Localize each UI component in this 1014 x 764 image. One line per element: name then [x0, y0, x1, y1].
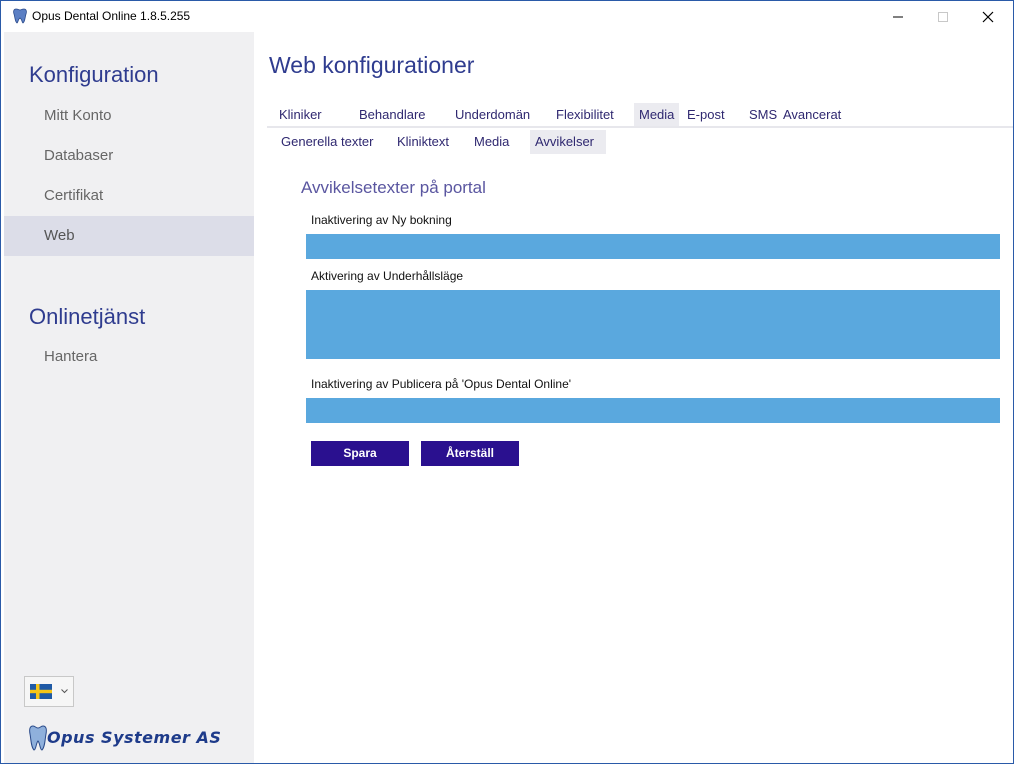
sidebar-item-label: Hantera	[44, 348, 98, 365]
main-tabs: Kliniker Behandlare Underdomän Flexibili…	[254, 103, 1013, 128]
tab-kliniker[interactable]: Kliniker	[274, 103, 327, 127]
sidebar-item-label: Mitt Konto	[44, 107, 112, 124]
field-label-ny-bokning: Inaktivering av Ny bokning	[311, 213, 452, 227]
underhallslage-text-area[interactable]	[306, 290, 1000, 359]
chevron-down-icon	[61, 689, 68, 694]
tab-sms[interactable]: SMS	[744, 103, 782, 127]
tab-flexibilitet[interactable]: Flexibilitet	[551, 103, 619, 127]
tab-avancerat[interactable]: Avancerat	[778, 103, 846, 127]
sidebar-item-label: Certifikat	[44, 187, 104, 204]
sidebar-item-web[interactable]: Web	[4, 216, 254, 256]
field-label-publicera: Inaktivering av Publicera på 'Opus Denta…	[311, 377, 572, 391]
tooth-logo-icon	[29, 725, 47, 751]
onlinetjanst-heading: Onlinetjänst	[29, 304, 146, 329]
window-title: Opus Dental Online 1.8.5.255	[32, 9, 191, 23]
publicera-text-field[interactable]	[306, 398, 1000, 423]
field-label-underhallslage: Aktivering av Underhållsläge	[311, 269, 464, 283]
page-title: Web konfigurationer	[269, 52, 475, 78]
sidebar-item-label: Databaser	[44, 147, 114, 164]
sub-tabs: Generella texter Kliniktext Media Avvike…	[254, 130, 1013, 155]
tooth-app-icon	[13, 8, 27, 24]
title-bar: Opus Dental Online 1.8.5.255	[1, 1, 1013, 32]
maximize-button[interactable]	[920, 1, 966, 32]
app-window: Opus Dental Online 1.8.5.255 Konfigurati…	[0, 0, 1014, 764]
logo-text: Opus Systemer AS	[47, 728, 222, 747]
reset-button[interactable]: Återställ	[421, 441, 519, 466]
minimize-icon	[893, 16, 903, 17]
konfiguration-heading: Konfiguration	[29, 62, 159, 87]
subtab-generella-texter[interactable]: Generella texter	[276, 130, 379, 154]
tab-media[interactable]: Media	[634, 103, 680, 127]
section-heading: Avvikelsetexter på portal	[301, 178, 486, 197]
sidebar-item-mitt-konto[interactable]: Mitt Konto	[4, 96, 254, 136]
sidebar-item-databaser[interactable]: Databaser	[4, 136, 254, 176]
sidebar: Konfiguration Mitt Konto Databaser Certi…	[4, 32, 254, 763]
save-button[interactable]: Spara	[311, 441, 409, 466]
subtab-kliniktext[interactable]: Kliniktext	[392, 130, 454, 154]
maximize-icon	[938, 11, 948, 22]
swedish-flag-icon	[30, 684, 52, 699]
sidebar-item-certifikat[interactable]: Certifikat	[4, 176, 254, 216]
tab-behandlare[interactable]: Behandlare	[354, 103, 431, 127]
close-button[interactable]	[965, 1, 1011, 32]
minimize-button[interactable]	[875, 1, 921, 32]
sidebar-item-label: Web	[44, 227, 75, 244]
company-logo: Opus Systemer AS	[28, 725, 238, 753]
ny-bokning-text-field[interactable]	[306, 234, 1000, 259]
sidebar-item-hantera[interactable]: Hantera	[4, 337, 254, 377]
main-content: Web konfigurationer Kliniker Behandlare …	[254, 32, 1013, 763]
language-selector[interactable]	[24, 676, 74, 707]
tab-e-post[interactable]: E-post	[682, 103, 730, 127]
tab-divider	[267, 126, 1013, 128]
tab-underdoman[interactable]: Underdomän	[450, 103, 535, 127]
close-icon	[982, 11, 994, 22]
subtab-avvikelser[interactable]: Avvikelser	[530, 130, 606, 154]
subtab-media[interactable]: Media	[469, 130, 514, 154]
